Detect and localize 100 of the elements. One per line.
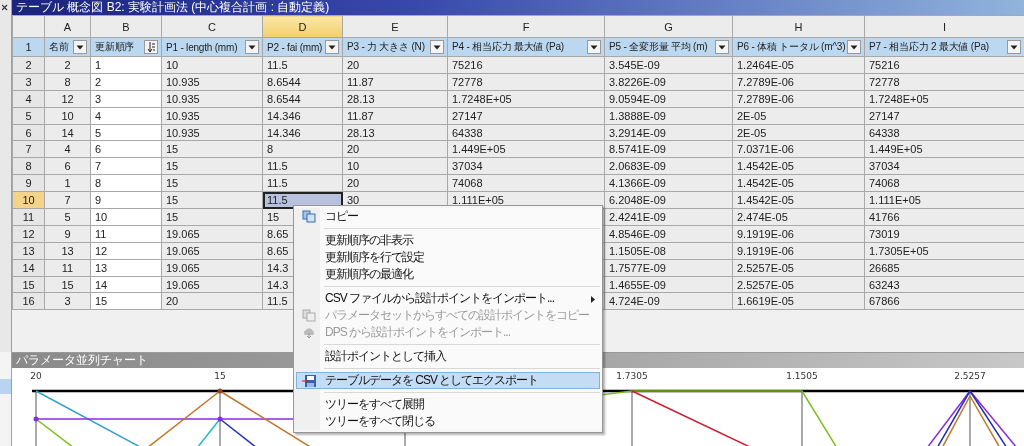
axis-label: 20 — [30, 371, 42, 381]
table-cell: 2E-05 — [732, 107, 865, 125]
table-cell: 9.0594E-09 — [604, 90, 733, 108]
table-cell: 15 — [161, 157, 263, 175]
table-cell: 1.7577E-09 — [604, 259, 733, 277]
axis-label: 1.7305 — [616, 371, 648, 381]
column-letter[interactable]: I — [864, 15, 1024, 38]
table-cell: 20 — [161, 292, 263, 310]
table-cell: 20 — [342, 56, 448, 74]
table-cell: 28.13 — [342, 90, 448, 108]
table-cell: 11.5 — [262, 174, 343, 192]
table-cell: 9.1919E-06 — [732, 225, 865, 243]
menu-item[interactable]: テーブルデータを CSV としてエクスポート — [296, 372, 600, 389]
column-letter[interactable]: A — [44, 15, 91, 38]
column-header: 名前 — [49, 40, 69, 54]
table-cell: 15 — [44, 276, 91, 293]
table-cell: 2E-05 — [732, 124, 865, 141]
table-cell: 75216 — [447, 56, 605, 74]
table-cell: 9.1919E-06 — [732, 242, 865, 260]
table-cell: 8.5741E-09 — [604, 140, 733, 158]
table-cell: 1.7248E+05 — [447, 90, 605, 108]
table-cell: 10 — [44, 107, 91, 125]
table-cell: 3.2914E-09 — [604, 124, 733, 141]
column-header: P4 - 相当応力 最大値 (Pa) — [452, 40, 564, 54]
table-cell: 10.935 — [161, 90, 263, 108]
table-cell: 12 — [44, 90, 91, 108]
column-letter[interactable]: D — [262, 15, 343, 38]
table-cell: 14.346 — [262, 124, 343, 141]
table-cell: 7.0371E-06 — [732, 140, 865, 158]
table-cell: 2.4241E-09 — [604, 208, 733, 226]
table-cell: 1.4542E-05 — [732, 174, 865, 192]
table-cell: 1.4542E-05 — [732, 157, 865, 175]
table-cell: 7.2789E-06 — [732, 90, 865, 108]
column-header: P5 - 全変形量 平均 (m) — [609, 40, 708, 54]
table-cell: 15 — [161, 174, 263, 192]
column-header: P2 - fai (mm) — [267, 41, 323, 53]
table-cell: 2.0683E-09 — [604, 157, 733, 175]
table-cell: 6.2048E-09 — [604, 191, 733, 209]
table-cell: 10.935 — [161, 73, 263, 91]
axis-label: 2.5257 — [954, 371, 986, 381]
menu-item[interactable]: ツリーをすべて展開 — [296, 396, 600, 413]
table-cell: 8 — [44, 73, 91, 91]
table-cell: 2.5257E-05 — [732, 276, 865, 293]
table-cell: 1.2464E-05 — [732, 56, 865, 74]
column-letter[interactable]: E — [342, 15, 448, 38]
table-cell: 10.935 — [161, 124, 263, 141]
table-cell: 1.449E+05 — [447, 140, 605, 158]
table-cell: 19.065 — [161, 225, 263, 243]
table-cell: 14.346 — [262, 107, 343, 125]
table-cell: 28.13 — [342, 124, 448, 141]
table-cell: 6 — [44, 157, 91, 175]
table-cell: 15 — [161, 191, 263, 209]
table-cell: 13 — [44, 242, 91, 260]
table-cell: 20 — [342, 140, 448, 158]
column-letter[interactable]: F — [447, 15, 605, 38]
column-header: 更新順序 — [95, 40, 135, 54]
table-cell: 11.5 — [262, 56, 343, 74]
menu-item[interactable]: ツリーをすべて閉じる — [296, 413, 600, 430]
column-header: P1 - length (mm) — [166, 41, 238, 53]
table-cell: 15 — [161, 208, 263, 226]
column-letter[interactable]: H — [732, 15, 865, 38]
table-cell: 37034 — [447, 157, 605, 175]
table-cell: 10.935 — [161, 107, 263, 125]
table-cell: 72778 — [447, 73, 605, 91]
table-cell: 3 — [44, 292, 91, 310]
column-header: P3 - 力 大きさ (N) — [347, 40, 425, 54]
table-cell: 1.4655E-09 — [604, 276, 733, 293]
table-cell: 10 — [342, 157, 448, 175]
column-letter[interactable]: B — [90, 15, 162, 38]
panel-title: テーブル 概念図 B2: 実験計画法 (中心複合計画 : 自動定義) — [12, 0, 1024, 15]
table-cell: 20 — [342, 174, 448, 192]
table-cell: 8.6544 — [262, 73, 343, 91]
table-cell: 4.8546E-09 — [604, 225, 733, 243]
table-cell: 7.2789E-06 — [732, 73, 865, 91]
table-cell: 3.545E-09 — [604, 56, 733, 74]
column-header: P6 - 体積 トータル (m^3) — [737, 40, 846, 54]
table-cell: 1.3888E-09 — [604, 107, 733, 125]
column-letter[interactable]: G — [604, 15, 733, 38]
table-cell: 11.5 — [262, 157, 343, 175]
table-cell: 19.065 — [161, 242, 263, 260]
table-cell: 8.6544 — [262, 90, 343, 108]
table-cell: 19.065 — [161, 259, 263, 277]
column-header: P7 - 相当応力 2 最大値 (Pa) — [869, 40, 989, 54]
axis-label: 15 — [214, 371, 226, 381]
table-cell: 10 — [161, 56, 263, 74]
table-cell: 2.5257E-05 — [732, 259, 865, 277]
axis-label: 1.1505 — [786, 371, 818, 381]
table-cell: 2.474E-05 — [732, 208, 865, 226]
table-cell: 4 — [44, 140, 91, 158]
table-cell: 7 — [44, 191, 91, 209]
table-cell: 4.1366E-09 — [604, 174, 733, 192]
table-cell: 11.87 — [342, 107, 448, 125]
table-cell: 4.724E-09 — [604, 292, 733, 310]
table-cell: 74068 — [447, 174, 605, 192]
table-cell: 1.6619E-05 — [732, 292, 865, 310]
table-cell: 64338 — [447, 124, 605, 141]
table-cell: 9 — [44, 225, 91, 243]
table-cell: 19.065 — [161, 276, 263, 293]
table-cell: 5 — [44, 208, 91, 226]
column-letter[interactable]: C — [161, 15, 263, 38]
